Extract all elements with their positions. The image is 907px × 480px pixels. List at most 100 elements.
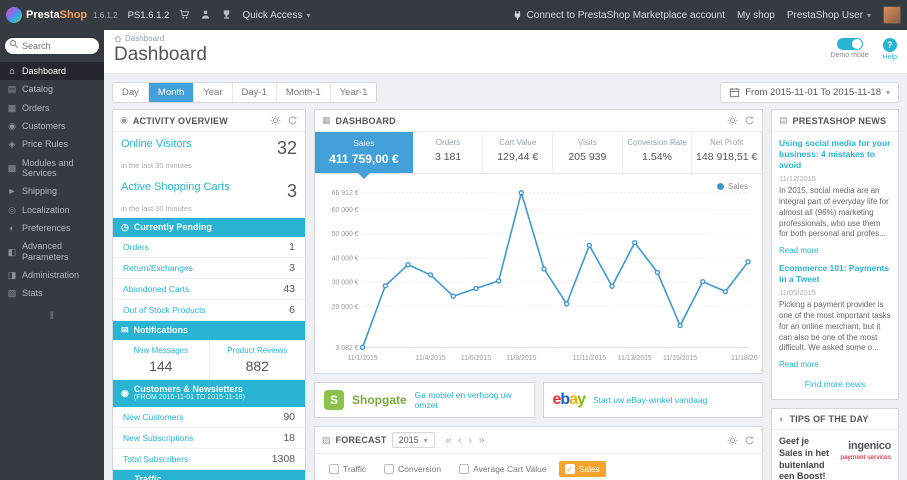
new-messages-link[interactable]: New Messages [115, 346, 207, 355]
svg-text:66 912 €: 66 912 € [332, 190, 359, 197]
user-avatar[interactable] [883, 6, 901, 24]
sidebar-item-price-rules[interactable]: ◈ Price Rules [0, 135, 104, 153]
abandoned-carts-link[interactable]: Abandoned Carts [123, 284, 189, 294]
sidebar-collapse-button[interactable]: ‖ [0, 303, 104, 330]
refresh-icon[interactable] [287, 115, 298, 126]
sidebar-item-dashboard[interactable]: ⌂ Dashboard [0, 62, 104, 81]
sidebar-item-label: Catalog [22, 84, 54, 95]
kpi-net-profit[interactable]: Net Profit 148 918,51 € [692, 132, 763, 173]
kpi-cart-value[interactable]: Cart Value 129,44 € [483, 132, 554, 173]
news-article-title[interactable]: Using social media for your business: 4 … [779, 138, 891, 171]
kpi-orders[interactable]: Orders 3 181 [414, 132, 484, 173]
new-subscriptions-link[interactable]: New Subscriptions [123, 433, 193, 443]
pending-row-out-of-stock: Out of Stock Products 6 [113, 300, 305, 321]
preset-year-1-button[interactable]: Year-1 [330, 83, 377, 102]
sidebar-item-localization[interactable]: ◎ Localization [0, 201, 104, 219]
employee-icon[interactable] [200, 9, 211, 22]
help-icon[interactable]: ? [882, 38, 897, 52]
chip-label: Sales [578, 464, 600, 474]
read-more-link[interactable]: Read more [779, 360, 819, 369]
shopgate-link[interactable]: Ga mobiel en verhoog uw omzet [415, 390, 525, 410]
total-subscribers-link[interactable]: Total Subscribers [123, 454, 188, 464]
marketplace-connect-link[interactable]: Connect to PrestaShop Marketplace accoun… [512, 10, 725, 21]
activity-overview-panel: ◉ ACTIVITY OVERVIEW Online Visitors 32 i… [112, 109, 306, 480]
kpi-value: 1.54% [642, 151, 672, 163]
chip-label: Traffic [343, 464, 367, 474]
gear-icon[interactable] [727, 115, 738, 126]
cart-icon[interactable] [179, 9, 190, 22]
sidebar-item-advanced-parameters[interactable]: ◧ Advanced Parameters [0, 237, 104, 266]
kpi-value: 129,44 € [497, 151, 539, 163]
new-customers-link[interactable]: New Customers [123, 412, 183, 422]
sidebar-item-shipping[interactable]: ► Shipping [0, 182, 104, 200]
sidebar-item-orders[interactable]: ▦ Orders [0, 99, 104, 117]
sidebar-item-catalog[interactable]: ▤ Catalog [0, 80, 104, 98]
sales-chart-area: Sales 66 912 € 60 000 € 50 000 € 40 000 € 30… [315, 174, 766, 373]
refresh-icon[interactable] [744, 435, 755, 446]
nav-prev-button[interactable]: ‹ [458, 435, 461, 446]
new-customers-value: 90 [283, 410, 295, 423]
forecast-year-value: 2015 [398, 435, 419, 445]
sidebar-item-preferences[interactable]: ◐ Preferences [0, 219, 104, 237]
refresh-icon[interactable] [744, 115, 755, 126]
sidebar-item-modules[interactable]: ▩ Modules and Services [0, 154, 104, 183]
ebay-promo: ebay Start uw eBay-winkel vandaag [542, 382, 763, 418]
preset-year-button[interactable]: Year [194, 83, 233, 102]
chip-sales[interactable]: ✓ Sales [558, 461, 606, 477]
chip-average-cart-value[interactable]: Average Cart Value [453, 461, 552, 477]
preset-day-1-button[interactable]: Day-1 [232, 83, 277, 102]
shopgate-brand: Shopgate [352, 393, 407, 407]
quick-access-menu[interactable]: Quick Access ▾ [242, 10, 310, 21]
sidebar-item-administration[interactable]: ◨ Administration [0, 266, 104, 284]
nav-last-button[interactable]: » [479, 435, 485, 446]
preset-day-button[interactable]: Day [113, 83, 149, 102]
demo-mode-toggle[interactable] [836, 38, 863, 50]
pending-orders-link[interactable]: Orders [123, 242, 149, 252]
read-more-link[interactable]: Read more [779, 246, 819, 255]
news-article-title[interactable]: Ecommerce 101: Payments in a Tweet [779, 263, 891, 285]
nav-next-button[interactable]: › [469, 435, 472, 446]
help-control: ? Help [883, 38, 897, 61]
out-of-stock-link[interactable]: Out of Stock Products [123, 305, 206, 315]
administration-icon: ◨ [7, 270, 17, 281]
forecast-year-select[interactable]: 2015 ▾ [391, 432, 435, 448]
my-shop-link[interactable]: My shop [737, 10, 775, 21]
preset-month-button[interactable]: Month [148, 83, 195, 102]
kpi-conversion-rate[interactable]: Conversion Rate 1.54% [623, 132, 693, 173]
ingenico-brand: ingenico [848, 440, 891, 453]
people-icon: ◉ [121, 387, 129, 398]
sidebar: ⌂ Dashboard ▤ Catalog ▦ Orders ◉ Custome… [0, 30, 104, 480]
kpi-label: Sales [353, 138, 375, 148]
preset-month-1-button[interactable]: Month-1 [276, 83, 331, 102]
svg-text:50 000 €: 50 000 € [332, 231, 359, 238]
ebay-link[interactable]: Start uw eBay-winkel vandaag [593, 395, 707, 405]
online-visitors-link[interactable]: Online Visitors [121, 138, 192, 150]
gear-icon[interactable] [270, 115, 281, 126]
prestashop-logo[interactable]: PrestaShop 1.6.1.2 [6, 7, 118, 23]
sidebar-item-label: Customers [22, 121, 66, 132]
out-of-stock-value: 6 [289, 303, 295, 316]
product-reviews-link[interactable]: Product Reviews [212, 346, 304, 355]
find-more-news-link[interactable]: Find more news [779, 377, 891, 393]
forecast-panel-title: FORECAST [335, 435, 387, 445]
trophy-icon[interactable] [221, 9, 232, 22]
search-input[interactable] [5, 38, 99, 54]
pending-returns-link[interactable]: Return/Exchanges [123, 263, 193, 273]
sidebar-item-stats[interactable]: ▨ Stats [0, 284, 104, 302]
kpi-visits[interactable]: Visits 205 939 [553, 132, 623, 173]
user-menu[interactable]: PrestaShop User ▾ [787, 10, 871, 21]
gear-icon[interactable] [727, 435, 738, 446]
chip-traffic[interactable]: Traffic [323, 461, 372, 477]
mail-icon: ✉ [121, 324, 129, 335]
chip-conversion[interactable]: Conversion [378, 461, 447, 477]
date-range-picker[interactable]: From 2015-11-01 To 2015-11-18 ▾ [720, 82, 899, 103]
breadcrumb: Dashboard [114, 34, 207, 43]
tips-panel-title: TIPS OF THE DAY [789, 414, 869, 425]
sidebar-item-customers[interactable]: ◉ Customers [0, 117, 104, 135]
active-carts-link[interactable]: Active Shopping Carts [121, 181, 230, 193]
new-messages-value: 144 [149, 357, 173, 374]
svg-text:40 000 €: 40 000 € [332, 255, 359, 262]
kpi-sales[interactable]: Sales 411 759,00 € [315, 132, 414, 179]
nav-first-button[interactable]: « [446, 435, 452, 446]
catalog-icon: ▤ [7, 84, 17, 95]
